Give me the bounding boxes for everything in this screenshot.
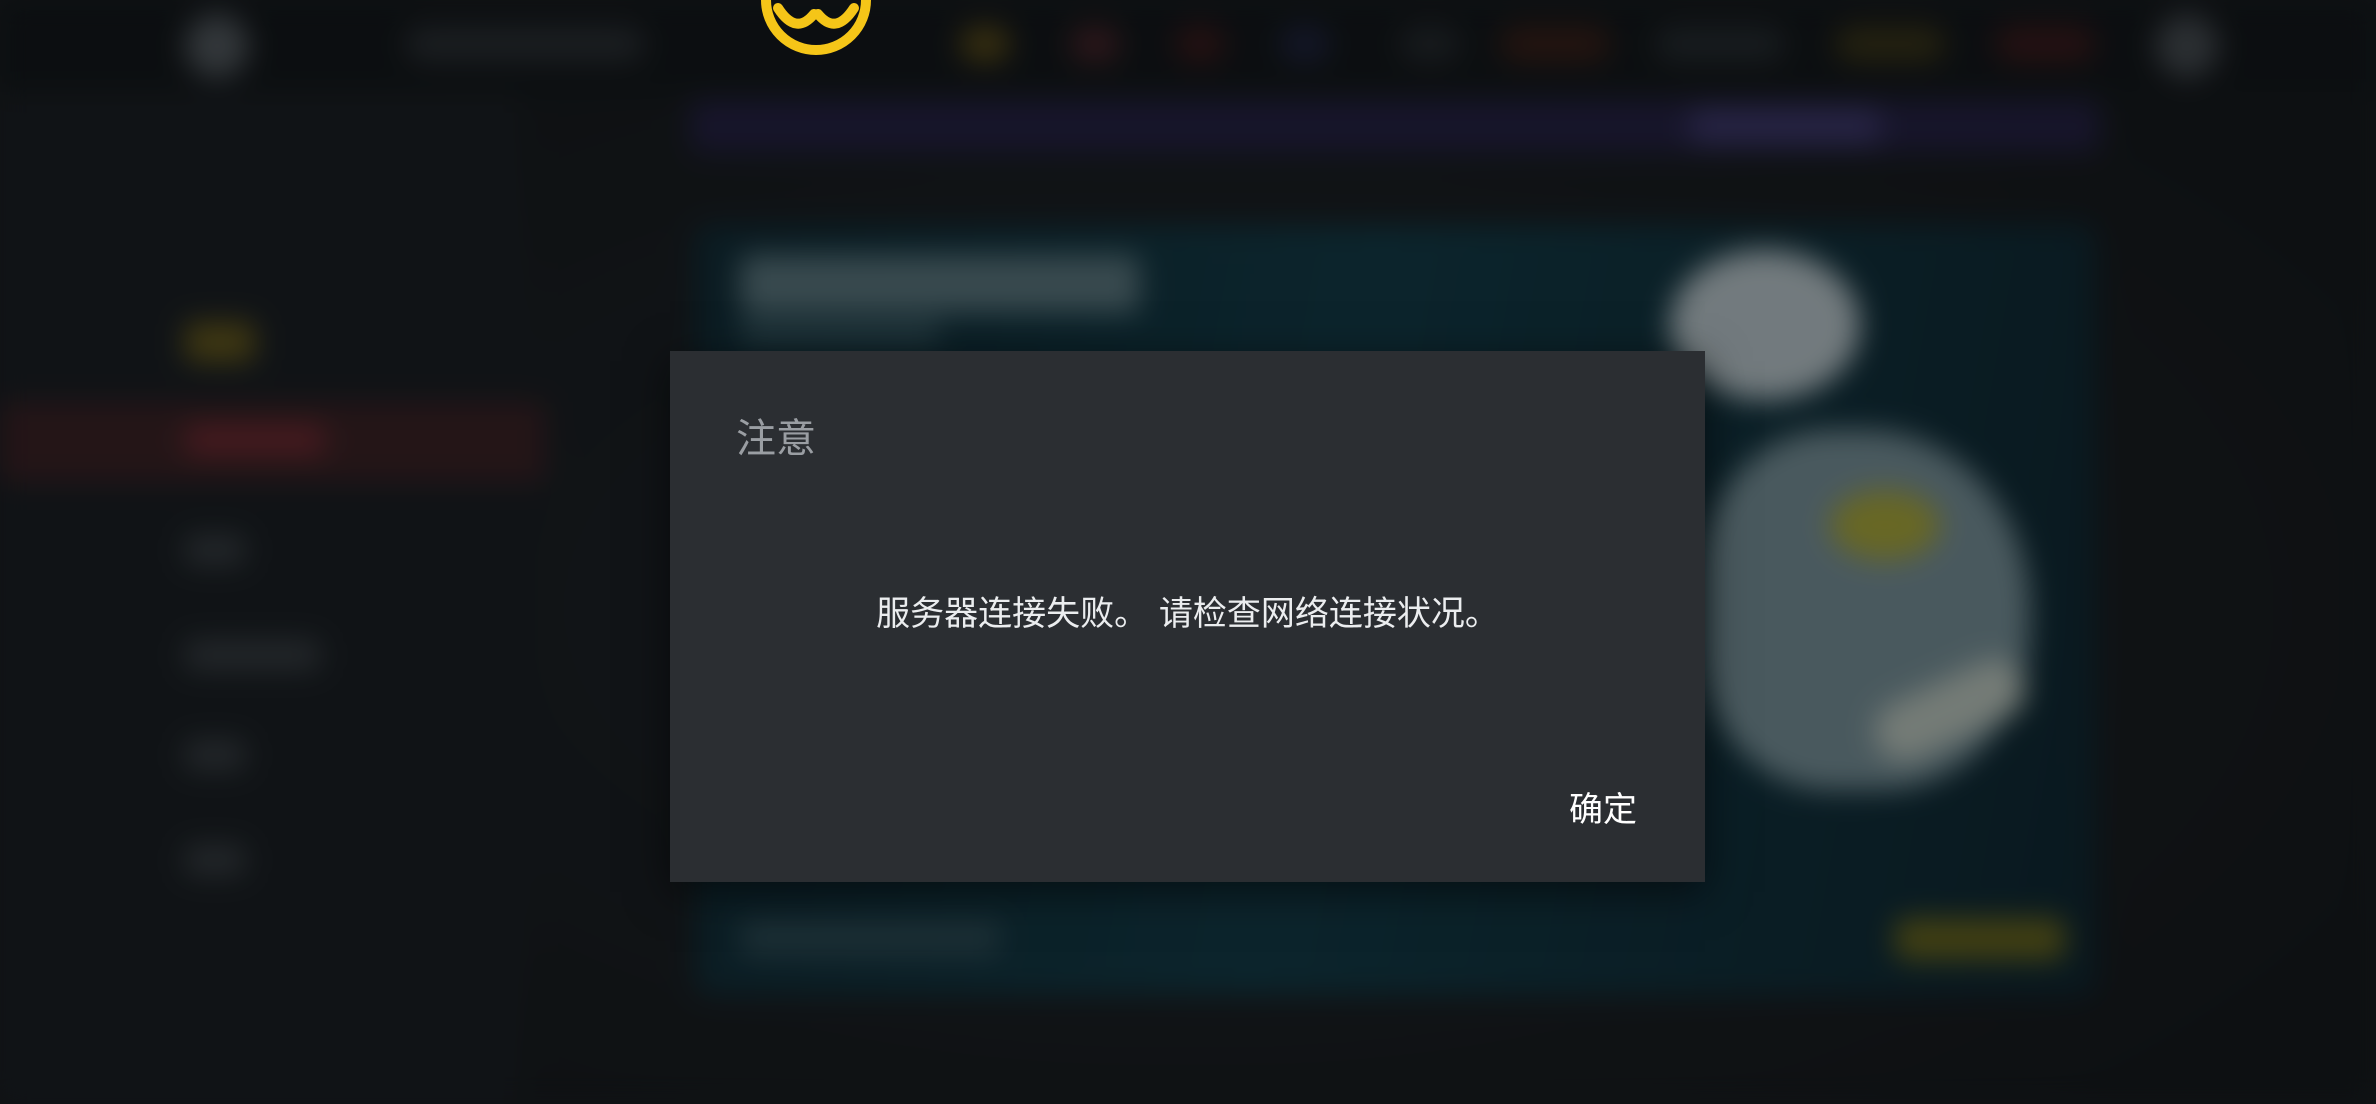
dialog-message: 服务器连接失败。 请检查网络连接状况。 (876, 594, 1499, 634)
yellow-ring-logo-icon (761, 0, 871, 55)
alert-dialog: 注意 服务器连接失败。 请检查网络连接状况。 确定 (670, 351, 1705, 882)
confirm-button[interactable]: 确定 (1545, 771, 1661, 841)
dialog-title: 注意 (736, 416, 816, 462)
